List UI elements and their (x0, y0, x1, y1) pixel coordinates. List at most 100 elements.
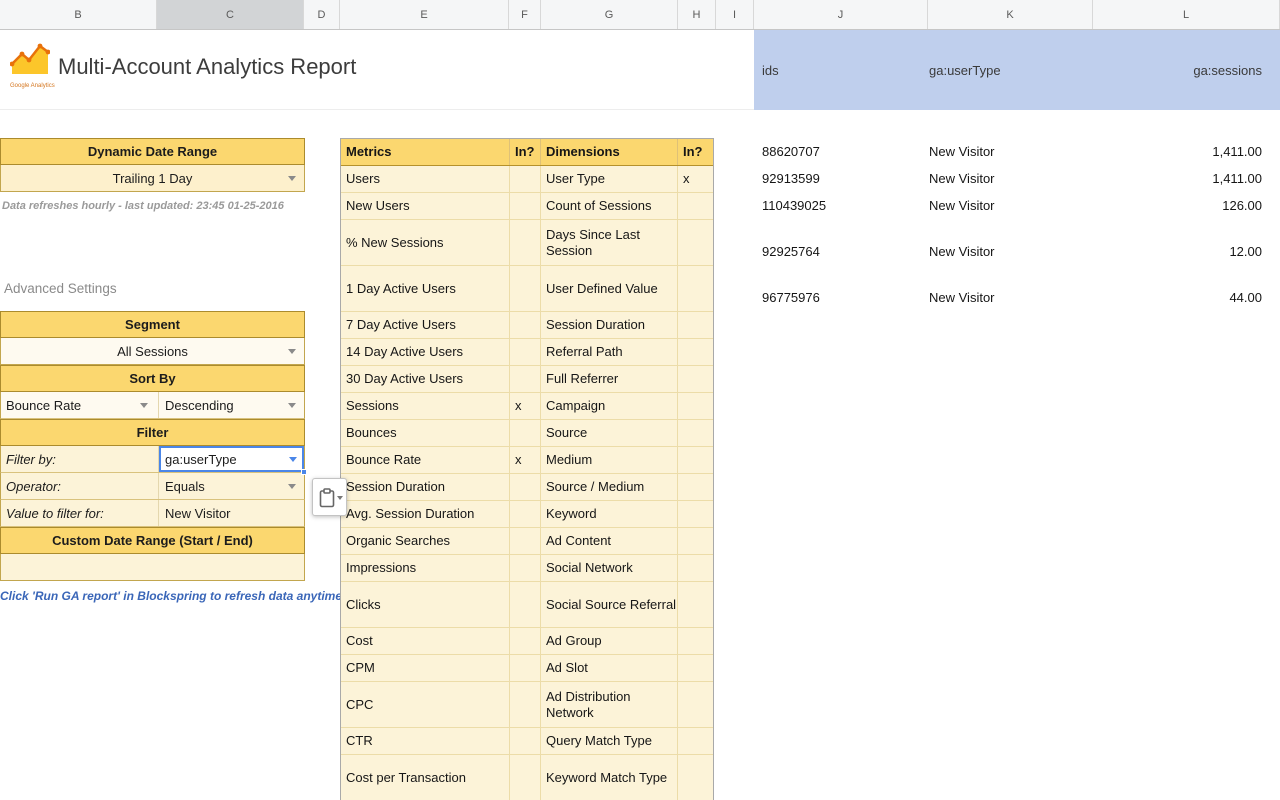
metric-cell[interactable]: Avg. Session Duration (341, 501, 510, 527)
dimension-in-cell[interactable] (678, 582, 713, 627)
metric-in-cell[interactable] (510, 474, 541, 500)
dimension-cell[interactable]: Campaign (541, 393, 678, 419)
dimension-in-cell[interactable] (678, 628, 713, 654)
metric-cell[interactable]: Organic Searches (341, 528, 510, 554)
metric-cell[interactable]: CPM (341, 655, 510, 681)
metric-in-cell[interactable] (510, 582, 541, 627)
cell-ids[interactable]: 88620707 (762, 138, 820, 165)
metric-in-cell[interactable] (510, 366, 541, 392)
dimension-cell[interactable]: Ad Slot (541, 655, 678, 681)
fill-handle[interactable] (301, 469, 307, 475)
cell-usertype[interactable]: New Visitor (929, 192, 995, 219)
dimension-in-cell[interactable] (678, 366, 713, 392)
metric-in-cell[interactable]: x (510, 447, 541, 473)
dimension-cell[interactable]: Keyword (541, 501, 678, 527)
metric-cell[interactable]: Clicks (341, 582, 510, 627)
metric-in-cell[interactable] (510, 682, 541, 727)
dimension-in-cell[interactable] (678, 682, 713, 727)
dimension-in-cell[interactable] (678, 420, 713, 446)
dimension-in-cell[interactable] (678, 220, 713, 265)
metric-cell[interactable]: Bounce Rate (341, 447, 510, 473)
metric-in-cell[interactable] (510, 266, 541, 311)
cell-usertype[interactable]: New Visitor (929, 219, 995, 265)
blockspring-link[interactable]: Click 'Run GA report' in Blockspring to … (0, 581, 360, 627)
dimension-in-cell[interactable] (678, 447, 713, 473)
dimension-cell[interactable]: Social Source Referral (541, 582, 678, 627)
metric-in-cell[interactable] (510, 220, 541, 265)
metric-cell[interactable]: 7 Day Active Users (341, 312, 510, 338)
metric-in-cell[interactable] (510, 555, 541, 581)
dimension-in-cell[interactable] (678, 393, 713, 419)
filter-by-cell[interactable]: ga:userType (158, 446, 304, 472)
dimension-cell[interactable]: Count of Sessions (541, 193, 678, 219)
metric-cell[interactable]: Cost (341, 628, 510, 654)
custom-date-range-cell[interactable] (0, 554, 305, 581)
metric-cell[interactable]: % New Sessions (341, 220, 510, 265)
metric-in-cell[interactable] (510, 501, 541, 527)
metric-cell[interactable]: Impressions (341, 555, 510, 581)
dimension-cell[interactable]: Ad Distribution Network (541, 682, 678, 727)
metric-in-cell[interactable] (510, 339, 541, 365)
dimension-cell[interactable]: Days Since Last Session (541, 220, 678, 265)
column-header-G[interactable]: G (541, 0, 678, 29)
sort-direction-dropdown[interactable]: Descending (158, 392, 304, 418)
chevron-down-icon[interactable] (337, 496, 343, 500)
dimension-in-cell[interactable] (678, 266, 713, 311)
cell-ids[interactable]: 110439025 (762, 192, 826, 219)
cell-sessions[interactable]: 126.00 (1222, 192, 1262, 219)
dimension-in-cell[interactable] (678, 528, 713, 554)
metric-in-cell[interactable] (510, 755, 541, 800)
dimension-cell[interactable]: Medium (541, 447, 678, 473)
metric-cell[interactable]: 30 Day Active Users (341, 366, 510, 392)
dimension-in-cell[interactable] (678, 193, 713, 219)
metric-cell[interactable]: Sessions (341, 393, 510, 419)
dimension-cell[interactable]: Query Match Type (541, 728, 678, 754)
column-header-B[interactable]: B (0, 0, 157, 29)
dimension-in-cell[interactable] (678, 655, 713, 681)
dimension-cell[interactable]: Full Referrer (541, 366, 678, 392)
cell-ids[interactable]: 92925764 (762, 219, 820, 265)
dimension-in-cell[interactable] (678, 339, 713, 365)
dimension-in-cell[interactable]: x (678, 166, 713, 192)
metric-in-cell[interactable] (510, 528, 541, 554)
column-header-J[interactable]: J (754, 0, 928, 29)
dimension-cell[interactable]: Keyword Match Type (541, 755, 678, 800)
metric-cell[interactable]: 1 Day Active Users (341, 266, 510, 311)
cell-sessions[interactable]: 12.00 (1229, 219, 1262, 265)
column-header-L[interactable]: L (1093, 0, 1280, 29)
cell-usertype[interactable]: New Visitor (929, 138, 995, 165)
metric-in-cell[interactable] (510, 312, 541, 338)
cell-ids[interactable]: 92913599 (762, 165, 820, 192)
filter-value-cell[interactable]: New Visitor (158, 500, 304, 526)
metric-in-cell[interactable] (510, 628, 541, 654)
dimension-cell[interactable]: Session Duration (541, 312, 678, 338)
dimension-in-cell[interactable] (678, 312, 713, 338)
column-header-F[interactable]: F (509, 0, 541, 29)
column-header-C[interactable]: C (157, 0, 304, 29)
dimension-cell[interactable]: Social Network (541, 555, 678, 581)
metric-in-cell[interactable] (510, 420, 541, 446)
cell-sessions[interactable]: 1,411.00 (1212, 165, 1262, 192)
dimension-in-cell[interactable] (678, 755, 713, 800)
metric-cell[interactable]: Bounces (341, 420, 510, 446)
metric-in-cell[interactable] (510, 728, 541, 754)
metric-cell[interactable]: CTR (341, 728, 510, 754)
dimension-cell[interactable]: User Defined Value (541, 266, 678, 311)
segment-dropdown[interactable]: All Sessions (0, 338, 305, 365)
paste-button[interactable] (312, 478, 347, 516)
cell-usertype[interactable]: New Visitor (929, 165, 995, 192)
cell-sessions[interactable]: 1,411.00 (1212, 138, 1262, 165)
column-header-D[interactable]: D (304, 0, 340, 29)
sort-field-dropdown[interactable]: Bounce Rate (1, 392, 158, 418)
column-header-H[interactable]: H (678, 0, 716, 29)
operator-dropdown[interactable]: Equals (158, 473, 304, 499)
metric-in-cell[interactable]: x (510, 393, 541, 419)
column-header-I[interactable]: I (716, 0, 754, 29)
metric-cell[interactable]: New Users (341, 193, 510, 219)
column-header-K[interactable]: K (928, 0, 1093, 29)
cell-sessions[interactable]: 44.00 (1229, 265, 1262, 311)
dimension-cell[interactable]: Referral Path (541, 339, 678, 365)
dimension-cell[interactable]: Source / Medium (541, 474, 678, 500)
dimension-cell[interactable]: User Type (541, 166, 678, 192)
metric-in-cell[interactable] (510, 166, 541, 192)
